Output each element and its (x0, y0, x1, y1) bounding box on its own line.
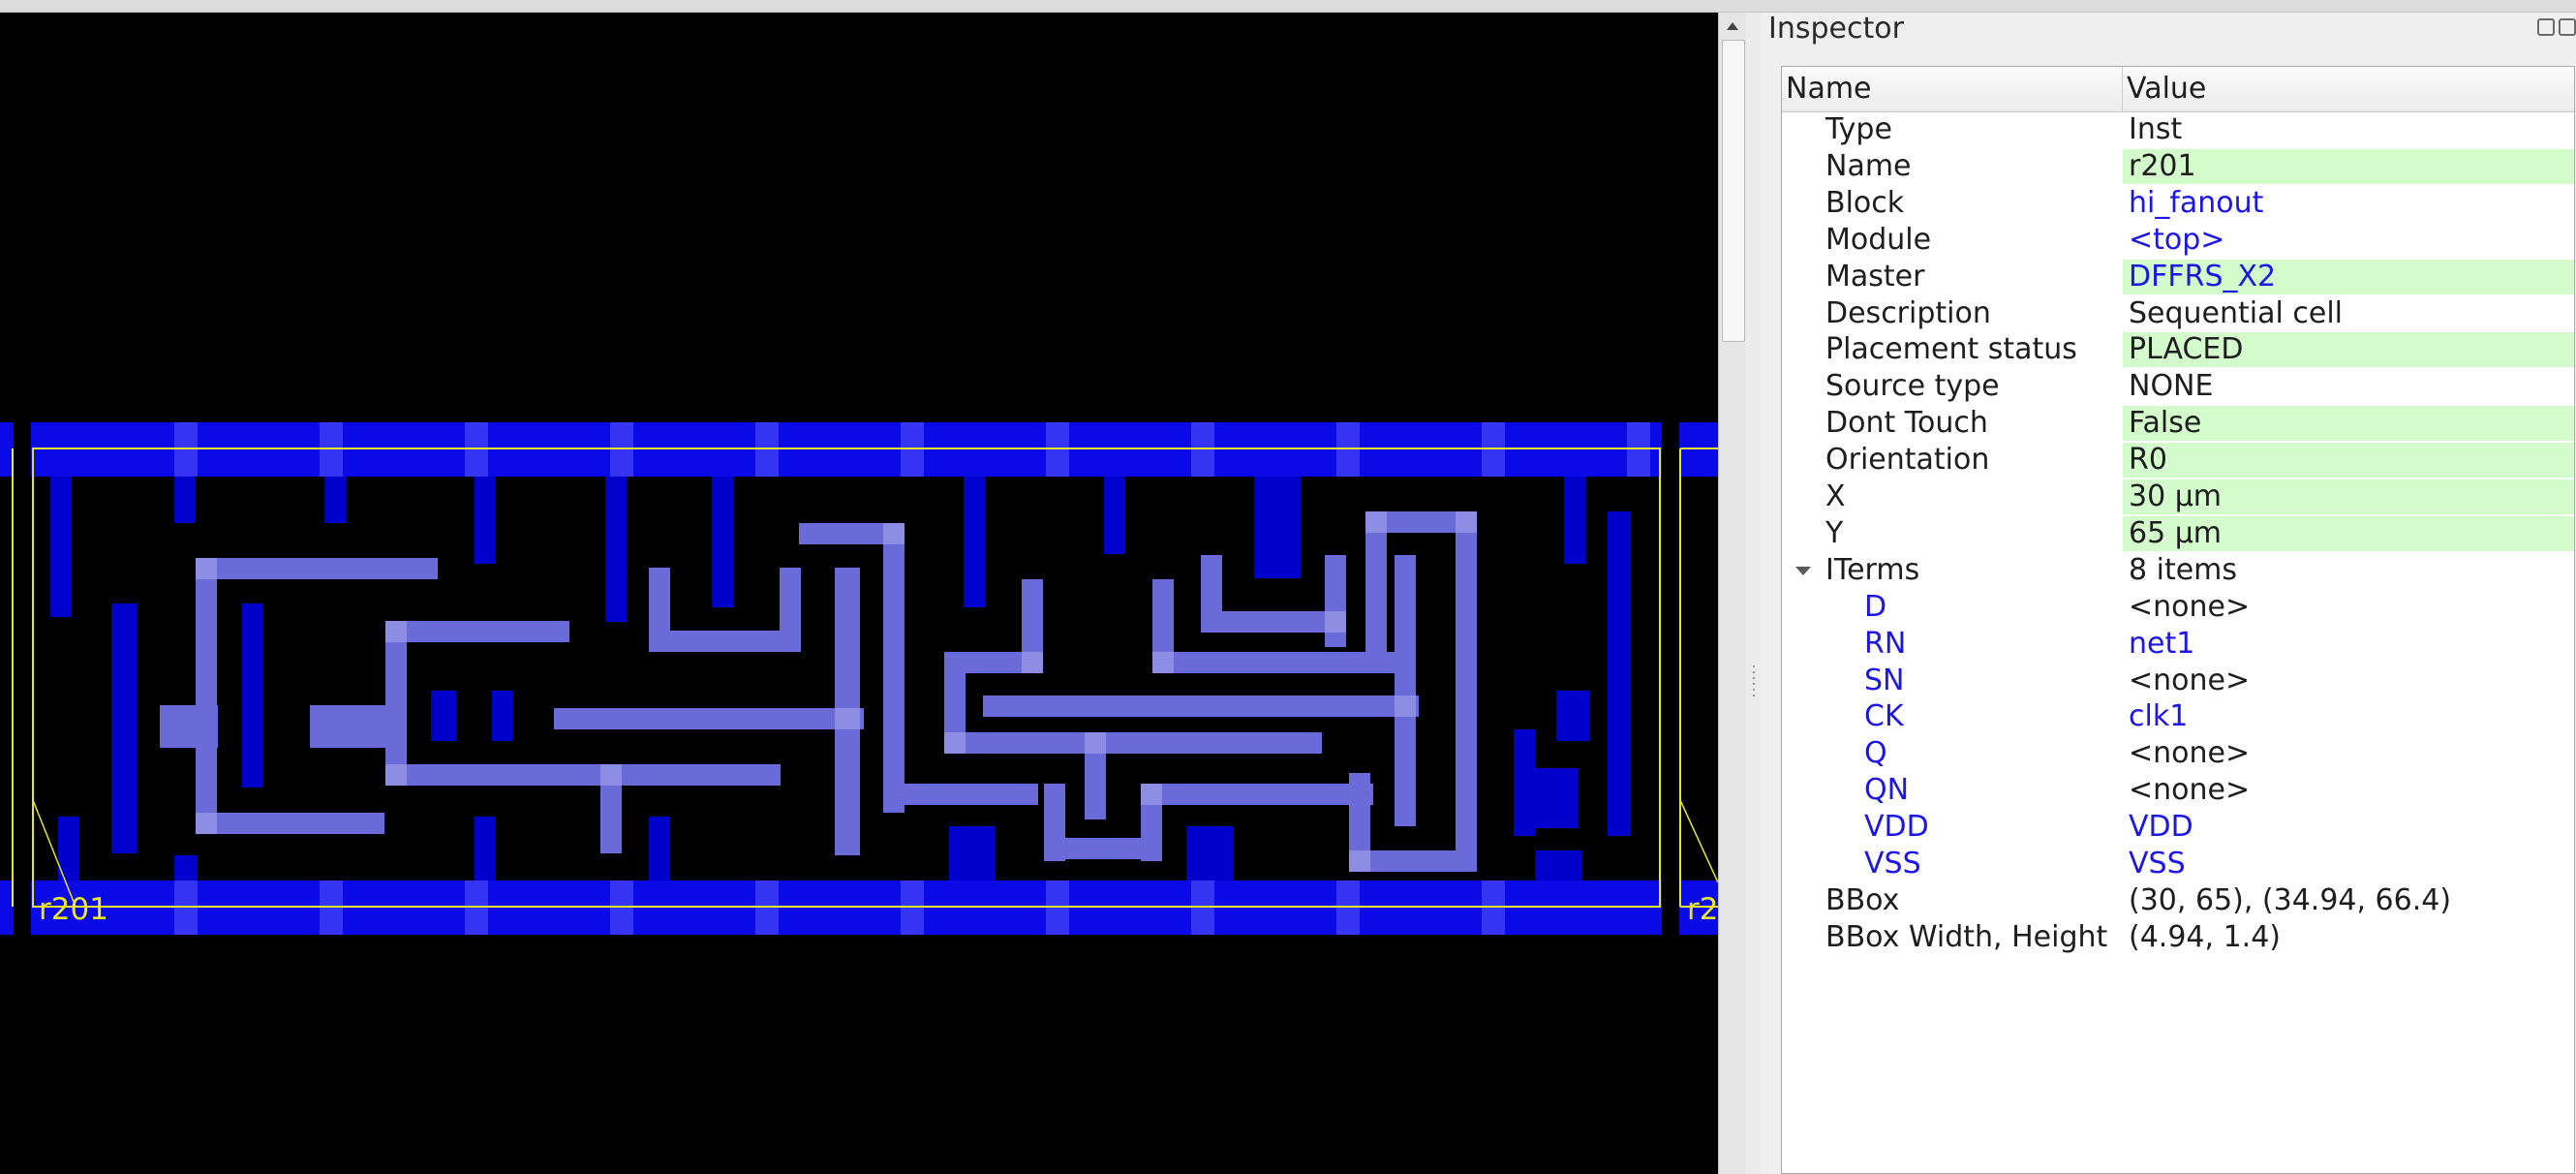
panel-splitter[interactable] (1746, 13, 1762, 1174)
property-value[interactable]: 65 µm (2123, 515, 2574, 551)
property-value: <none> (2129, 589, 2251, 624)
property-value[interactable]: VSS (2123, 847, 2574, 881)
property-value: 8 items (2129, 552, 2238, 587)
property-value: <none> (2129, 736, 2251, 771)
property-row[interactable]: Placement status PLACED (1782, 331, 2574, 368)
iterm-row[interactable]: D <none> (1782, 589, 2574, 626)
property-row[interactable]: Orientation R0 (1782, 442, 2574, 479)
property-name: BBox (1825, 882, 1900, 917)
property-name[interactable]: SN (1864, 663, 1904, 699)
inspector-tree[interactable]: Name Value Type Inst Name r201 Block hi_fanou… (1781, 66, 2575, 1174)
property-name[interactable]: VDD (1864, 809, 1929, 846)
dock-controls (2537, 18, 2576, 36)
iterm-row[interactable]: SN <none> (1782, 663, 2574, 699)
rail-gap-left (14, 422, 31, 935)
property-name[interactable]: D (1864, 589, 1886, 626)
property-name: BBox Width, Height (1825, 919, 2108, 954)
property-value: (4.94, 1.4) (2129, 919, 2281, 954)
property-value[interactable]: hi_fanout (2123, 186, 2574, 221)
property-row[interactable]: X 30 µm (1782, 479, 2574, 515)
property-name: Y (1825, 515, 1844, 550)
column-header-value[interactable]: Value (2123, 67, 2574, 111)
property-row[interactable]: BBox (30, 65), (34.94, 66.4) (1782, 882, 2574, 919)
property-value[interactable]: <top> (2123, 223, 2574, 258)
property-name[interactable]: Q (1864, 735, 1887, 772)
top-toolbar-strip (0, 0, 2576, 13)
property-value[interactable]: clk1 (2123, 699, 2574, 734)
scroll-up-arrow-icon[interactable] (1723, 16, 1742, 36)
property-value[interactable]: R0 (2123, 443, 2574, 479)
property-row[interactable]: Type Inst (1782, 111, 2574, 148)
property-name: Module (1825, 222, 1932, 257)
tree-header: Name Value (1782, 67, 2574, 112)
property-name: Description (1825, 295, 1991, 330)
property-value: Inst (2129, 112, 2183, 146)
property-value[interactable]: DFFRS_X2 (2123, 259, 2574, 294)
neighbor-instance-label: r2 (1687, 892, 1718, 927)
iterm-row[interactable]: VSS VSS (1782, 846, 2574, 882)
property-name[interactable]: RN (1864, 626, 1906, 663)
property-name: ITerms (1825, 552, 1920, 587)
iterm-row[interactable]: RN net1 (1782, 626, 2574, 663)
property-row[interactable]: BBox Width, Height (4.94, 1.4) (1782, 919, 2574, 956)
iterm-row[interactable]: CK clk1 (1782, 698, 2574, 735)
expand-arrow-icon[interactable] (1795, 566, 1811, 575)
property-name[interactable]: CK (1864, 698, 1904, 735)
property-value[interactable]: r201 (2123, 148, 2574, 184)
float-panel-icon[interactable] (2537, 18, 2555, 36)
column-header-name[interactable]: Name (1782, 67, 2123, 111)
property-name[interactable]: VSS (1864, 846, 1921, 882)
instance-label: r201 (39, 892, 108, 927)
property-name: Type (1825, 112, 1892, 146)
vertical-scrollbar[interactable] (1718, 13, 1746, 1174)
rail-gap-right (1662, 422, 1679, 935)
property-value: Sequential cell (2129, 295, 2344, 330)
scrollbar-thumb[interactable] (1722, 40, 1745, 342)
splitter-grip-icon (1752, 664, 1756, 698)
property-name: Block (1825, 185, 1905, 220)
property-name: Master (1825, 259, 1925, 294)
property-name: Placement status (1825, 332, 2077, 367)
inspector-panel: Inspector Name Value Type Inst Name r201 Blo… (1762, 13, 2576, 1174)
property-row[interactable]: Y 65 µm (1782, 515, 2574, 552)
property-name: Name (1825, 148, 1912, 183)
property-value[interactable]: 30 µm (2123, 479, 2574, 514)
neighbor-orientation-marker (1679, 799, 1718, 883)
iterm-row[interactable]: QN <none> (1782, 772, 2574, 809)
property-row[interactable]: Block hi_fanout (1782, 185, 2574, 222)
property-row[interactable]: Master DFFRS_X2 (1782, 259, 2574, 295)
property-row[interactable]: Dont Touch False (1782, 405, 2574, 442)
property-name: Orientation (1825, 443, 1990, 478)
property-row[interactable]: Module <top> (1782, 222, 2574, 259)
property-value[interactable]: VDD (2123, 810, 2574, 845)
property-value[interactable]: False (2123, 406, 2574, 442)
property-value[interactable]: PLACED (2123, 332, 2574, 368)
property-value: <none> (2129, 773, 2251, 808)
property-name: Source type (1825, 369, 2000, 404)
iterm-row[interactable]: VDD VDD (1782, 809, 2574, 846)
inspector-title: Inspector (1768, 12, 1904, 46)
layout-canvas[interactable]: r201 r2 (0, 13, 1718, 1174)
property-value: <none> (2129, 663, 2251, 697)
property-row[interactable]: Description Sequential cell (1782, 295, 2574, 332)
layout-drawing: r201 r2 (0, 422, 1718, 935)
property-value: NONE (2129, 369, 2214, 404)
property-value: (30, 65), (34.94, 66.4) (2129, 882, 2452, 917)
property-row[interactable]: ITerms 8 items (1782, 552, 2574, 589)
property-value[interactable]: net1 (2123, 627, 2574, 662)
close-panel-icon[interactable] (2559, 18, 2576, 36)
property-row[interactable]: Source type NONE (1782, 368, 2574, 405)
property-name[interactable]: QN (1864, 772, 1909, 809)
property-row[interactable]: Name r201 (1782, 148, 2574, 185)
property-name: Dont Touch (1825, 406, 1988, 441)
iterm-row[interactable]: Q <none> (1782, 735, 2574, 772)
property-name: X (1825, 479, 1846, 513)
